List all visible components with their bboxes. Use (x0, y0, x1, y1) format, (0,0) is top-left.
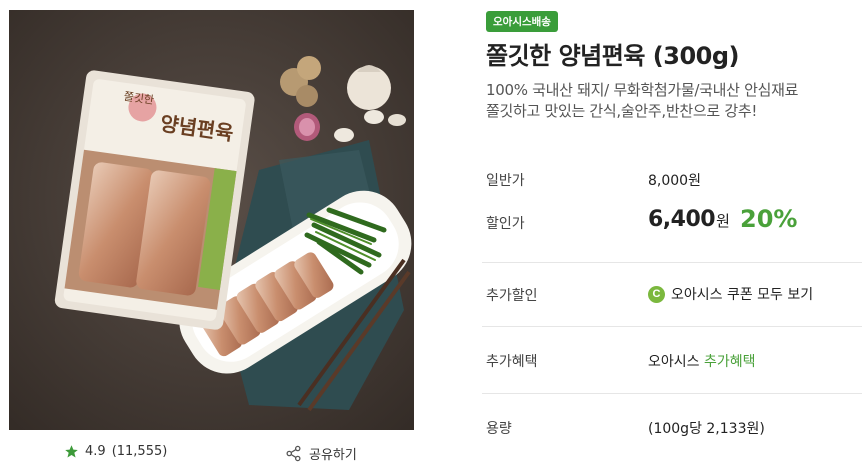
delivery-badge: 오아시스배송 (486, 11, 558, 32)
extra-benefit-prefix: 오아시스 (648, 354, 700, 370)
regular-price-label: 일반가 (486, 173, 525, 189)
sale-price-unit: 원 (716, 212, 730, 230)
rating-count: (11,555) (111, 444, 168, 459)
share-label: 공유하기 (309, 448, 357, 463)
regular-price-value: 8,000원 (648, 173, 701, 189)
product-title: 쫄깃한 양념편육 (300g) (486, 42, 740, 70)
rating-score: 4.9 (85, 444, 106, 459)
rating: 4.9 (11,555) (64, 444, 167, 459)
extra-benefit-label: 추가혜택 (486, 354, 538, 370)
description-line-1: 100% 국내산 돼지/ 무화학첨가물/국내산 안심재료 (486, 81, 799, 99)
sale-price: 6,400원 (648, 207, 730, 232)
sale-price-label: 할인가 (486, 216, 525, 232)
divider (482, 326, 862, 327)
product-image: 양념편육 쫄깃한 (9, 10, 414, 430)
extra-discount-label: 추가할인 (486, 288, 538, 304)
discount-rate: 20% (740, 205, 798, 233)
sale-price-value: 6,400 (648, 207, 716, 232)
coupon-icon: C (648, 285, 665, 303)
volume-label: 용량 (486, 421, 512, 437)
product-photo-illustration: 양념편육 쫄깃한 (9, 10, 414, 430)
description-line-2: 쫄깃하고 맛있는 간식,술안주,반찬으로 강추! (486, 102, 758, 120)
volume-value: (100g당 2,133원) (648, 421, 765, 437)
coupon-link-text: 오아시스 쿠폰 모두 보기 (671, 287, 814, 303)
extra-benefit: 오아시스 추가혜택 (648, 351, 756, 371)
share-icon (286, 445, 301, 462)
share-button[interactable]: 공유하기 (285, 444, 357, 463)
product-description: 100% 국내산 돼지/ 무화학첨가물/국내산 안심재료 쫄깃하고 맛있는 간식… (486, 80, 798, 122)
divider (482, 393, 862, 394)
extra-benefit-link[interactable]: 추가혜택 (704, 354, 756, 370)
coupon-link[interactable]: C 오아시스 쿠폰 모두 보기 (648, 284, 813, 304)
star-icon (65, 445, 78, 458)
divider (482, 262, 862, 263)
